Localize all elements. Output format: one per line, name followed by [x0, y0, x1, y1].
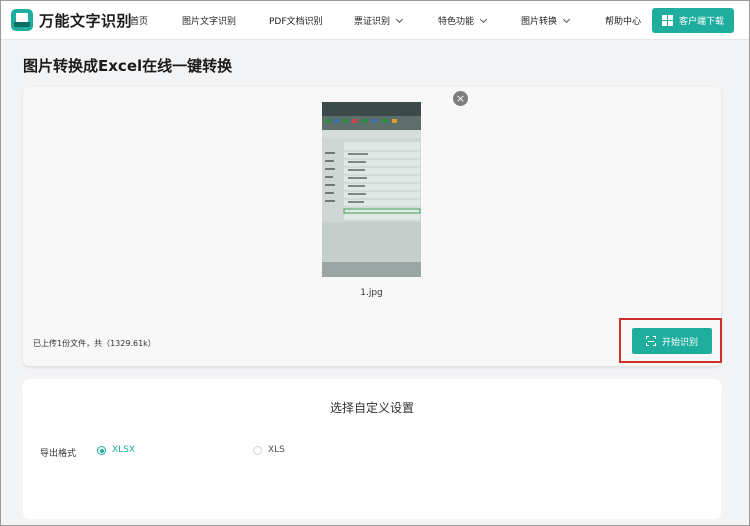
chevron-down-icon [479, 15, 488, 24]
remove-file-button[interactable]: × [453, 91, 468, 106]
scanner-logo-icon[interactable] [11, 9, 33, 31]
nav-pdf-ocr[interactable]: PDF文档识别 [269, 14, 323, 27]
chevron-down-icon [395, 15, 404, 24]
nav-image-convert[interactable]: 图片转换 [521, 14, 571, 27]
radio-xls[interactable] [253, 446, 262, 455]
close-icon: × [455, 92, 466, 105]
page-title: 图片转换成Excel在线一键转换 [23, 57, 233, 75]
nav-features[interactable]: 特色功能 [438, 14, 488, 27]
top-header: 万能文字识别 首页 图片文字识别 PDF文档识别 票证识别 特色功能 图片转换 … [1, 1, 749, 40]
uploaded-image-thumbnail[interactable] [322, 102, 421, 277]
nav-home[interactable]: 首页 [130, 14, 148, 27]
radio-xlsx[interactable] [97, 446, 106, 455]
client-download-button[interactable]: 客户端下载 [652, 8, 734, 33]
nav-help[interactable]: 帮助中心 [605, 14, 641, 27]
brand-name[interactable]: 万能文字识别 [39, 10, 132, 31]
settings-title: 选择自定义设置 [329, 401, 414, 415]
scan-icon [645, 336, 656, 346]
start-recognition-label: 开始识别 [661, 337, 698, 348]
nav-image-ocr[interactable]: 图片文字识别 [182, 14, 236, 27]
windows-icon [661, 15, 673, 26]
file-name: 1.jpg [360, 288, 383, 298]
chevron-down-icon [562, 15, 571, 24]
client-download-label: 客户端下载 [678, 17, 724, 27]
radio-xlsx-label[interactable]: XLSX [112, 445, 135, 455]
upload-summary: 已上传1份文件，共（1329.61k） [33, 339, 156, 348]
nav-ticket-ocr[interactable]: 票证识别 [354, 14, 404, 27]
export-format-label: 导出格式 [40, 449, 77, 459]
radio-xls-label[interactable]: XLS [268, 445, 285, 455]
start-recognition-button[interactable]: 开始识别 [632, 328, 712, 354]
